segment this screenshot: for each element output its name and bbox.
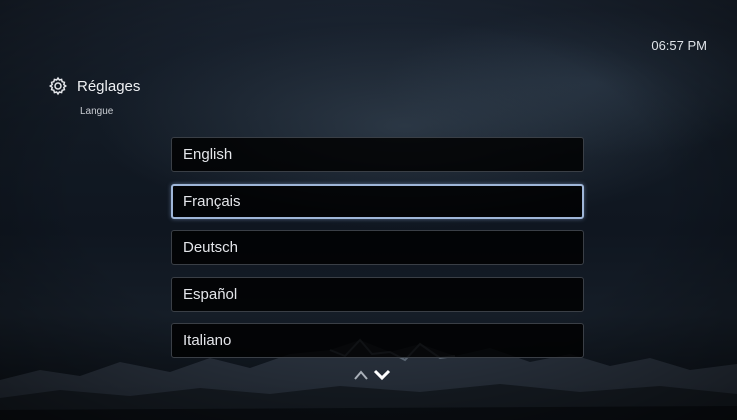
language-option-deutsch[interactable]: Deutsch [171,230,584,265]
gear-icon [48,76,68,96]
page-subtitle: Langue [80,106,114,117]
language-list: English Français Deutsch Español Italian… [171,137,584,370]
language-option-francais[interactable]: Français [171,183,584,219]
language-option-label: English [183,146,233,163]
language-option-label: Italiano [183,332,232,349]
language-option-label: Deutsch [183,239,239,256]
language-option-english[interactable]: English [171,137,584,172]
chevron-up-icon[interactable] [353,369,369,381]
clock-time: 06:57 PM [651,38,707,53]
language-option-label: Español [183,285,238,303]
scroll-indicator [353,368,391,381]
page-title: Réglages [77,77,141,95]
language-option-italiano[interactable]: Italiano [171,323,584,358]
language-option-espanol[interactable]: Español [171,276,584,312]
language-option-label: Français [183,192,241,210]
chevron-down-icon[interactable] [373,368,391,381]
page-header: Réglages [48,76,140,96]
